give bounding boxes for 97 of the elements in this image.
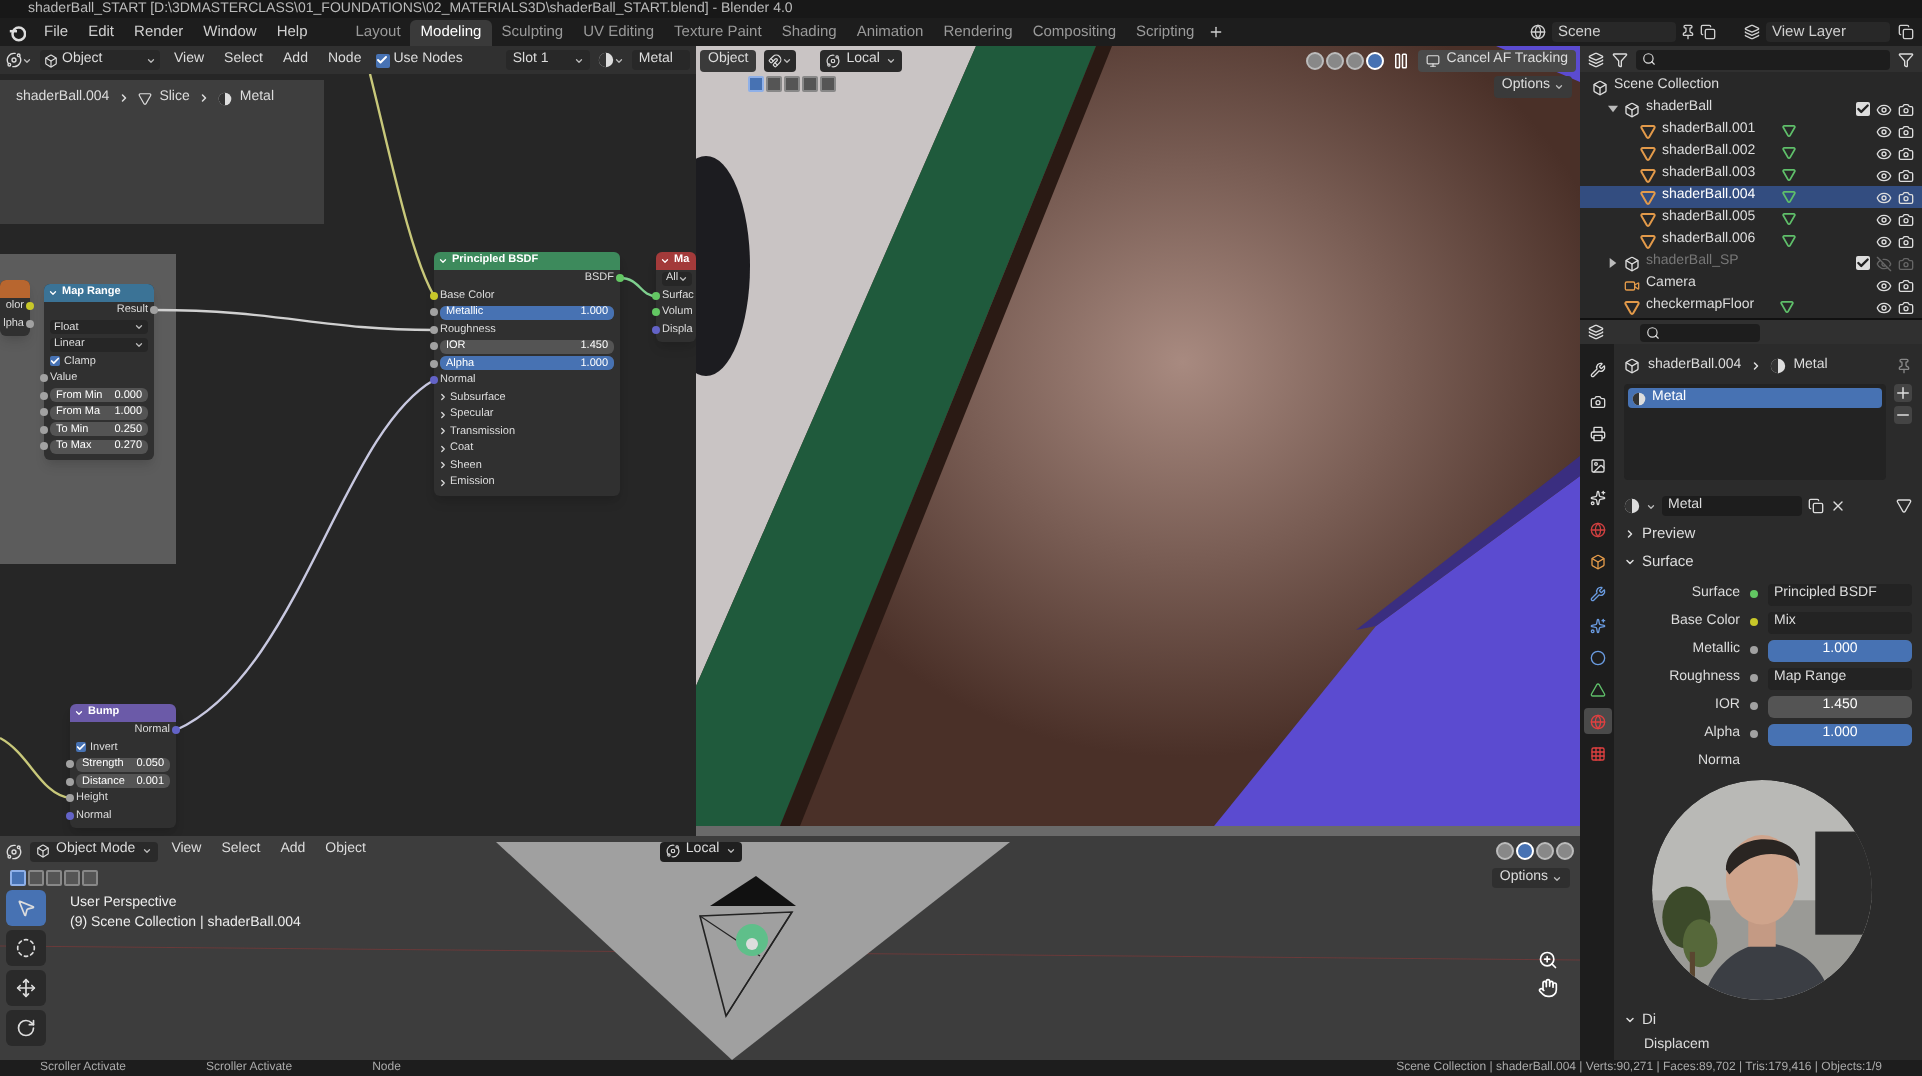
caret-icon: [614, 55, 625, 65]
pointer-icon: [16, 898, 36, 918]
box-icon: [1592, 79, 1608, 95]
sphere-icon: [598, 52, 615, 68]
cube-icon: [1624, 358, 1640, 374]
triangle-icon: [1624, 299, 1640, 315]
video-camera-icon: [1624, 277, 1640, 293]
node-link: [619, 276, 657, 298]
close-icon[interactable]: [1830, 498, 1846, 514]
chevron-icon: [1624, 528, 1636, 540]
caret-icon: [885, 55, 896, 65]
cube-icon: [36, 844, 50, 858]
display-mode-icon[interactable]: [1588, 51, 1604, 67]
triangle-icon: [137, 91, 152, 106]
sphere-icon: [1624, 498, 1640, 514]
node-editor-icon: [6, 52, 22, 68]
material-browse-button[interactable]: [598, 52, 625, 68]
search-field[interactable]: [1636, 49, 1890, 69]
editor-type-icon[interactable]: [6, 843, 22, 859]
magnet-icon: [768, 53, 783, 67]
checkmark-icon: [76, 742, 86, 753]
checkbox-icon[interactable]: [1856, 256, 1870, 270]
node-link: [0, 737, 71, 800]
sphere-icon: [1632, 391, 1646, 405]
checker-icon: [1589, 745, 1605, 761]
filter-icon[interactable]: [1898, 51, 1914, 67]
globe-icon: [1589, 713, 1605, 729]
globe-icon: [1589, 521, 1605, 537]
chevron-icon: [1624, 556, 1636, 568]
chevron-icon: [1749, 360, 1762, 372]
axes-icon: [826, 53, 841, 67]
tool-button[interactable]: [6, 970, 46, 1006]
layers-icon[interactable]: [1744, 24, 1760, 40]
remove-icon[interactable]: [1894, 406, 1912, 424]
tool-button[interactable]: [6, 930, 46, 966]
caret-icon: [74, 708, 84, 718]
wrench-icon: [1589, 585, 1605, 601]
caret-icon: [574, 55, 585, 65]
caret-icon: [141, 846, 152, 856]
cube-icon: [44, 53, 58, 67]
box-icon: [1624, 101, 1640, 117]
scene-icon[interactable]: [1530, 24, 1546, 40]
hand-icon[interactable]: [1538, 978, 1558, 998]
tool-button[interactable]: [6, 1010, 46, 1046]
chevron-icon: [1624, 1013, 1636, 1025]
caret-icon: [22, 55, 32, 65]
filter-icon[interactable]: [1612, 51, 1628, 67]
triangle-icon: [1780, 300, 1795, 314]
expand-arrow-icon[interactable]: [1608, 104, 1618, 114]
triangle-icon[interactable]: [1896, 498, 1912, 514]
chevron-icon: [197, 92, 210, 105]
sparkles-icon: [1589, 617, 1605, 633]
cursor-icon: [16, 938, 36, 958]
editor-type-icon[interactable]: [1588, 324, 1604, 340]
sphere-icon: [217, 91, 232, 106]
add-icon[interactable]: [1208, 24, 1225, 40]
search-icon: [1646, 325, 1660, 339]
pin-icon[interactable]: [1680, 24, 1696, 40]
search-field[interactable]: [1640, 323, 1760, 341]
caret-icon: [1552, 873, 1562, 883]
checkmark-icon: [376, 54, 389, 66]
checkbox-icon[interactable]: [1856, 102, 1870, 116]
chevron-icon: [117, 92, 130, 105]
screen-icon: [1426, 53, 1441, 67]
sphere-icon: [1769, 358, 1786, 374]
editor-type-button[interactable]: [6, 52, 32, 68]
collapse-arrow-icon[interactable]: [1608, 258, 1618, 268]
copy-icon[interactable]: [1898, 24, 1914, 40]
printer-icon: [1589, 425, 1605, 441]
tool-button[interactable]: [6, 890, 46, 926]
pause-icon[interactable]: [1392, 51, 1411, 69]
copy-icon[interactable]: [1808, 498, 1824, 514]
transform-pivot-button[interactable]: [764, 49, 797, 71]
copy-icon[interactable]: [1700, 24, 1716, 40]
box-icon: [1624, 255, 1640, 271]
circle-icon: [1589, 649, 1605, 665]
wrench-icon: [1589, 361, 1605, 377]
caret-icon: [725, 846, 736, 856]
triangle-icon: [1589, 681, 1605, 697]
sparkles-icon: [1589, 489, 1605, 505]
logo-icon: [8, 23, 26, 41]
checkmark-icon: [50, 356, 60, 367]
cube-icon: [1589, 553, 1605, 569]
image-icon: [1589, 457, 1605, 473]
caret-icon: [782, 55, 793, 65]
caret-icon: [438, 256, 448, 266]
axes-icon: [665, 844, 680, 858]
rotate-icon: [16, 1018, 36, 1038]
add-icon[interactable]: [1894, 384, 1912, 402]
zoom-icon[interactable]: [1538, 950, 1558, 970]
search-icon: [1642, 52, 1656, 66]
caret-icon: [146, 55, 156, 65]
camera-icon: [1589, 393, 1605, 409]
caret-icon: [1554, 82, 1564, 92]
caret-icon: [1646, 501, 1656, 511]
move-icon: [16, 978, 36, 998]
caret-icon: [48, 288, 58, 298]
